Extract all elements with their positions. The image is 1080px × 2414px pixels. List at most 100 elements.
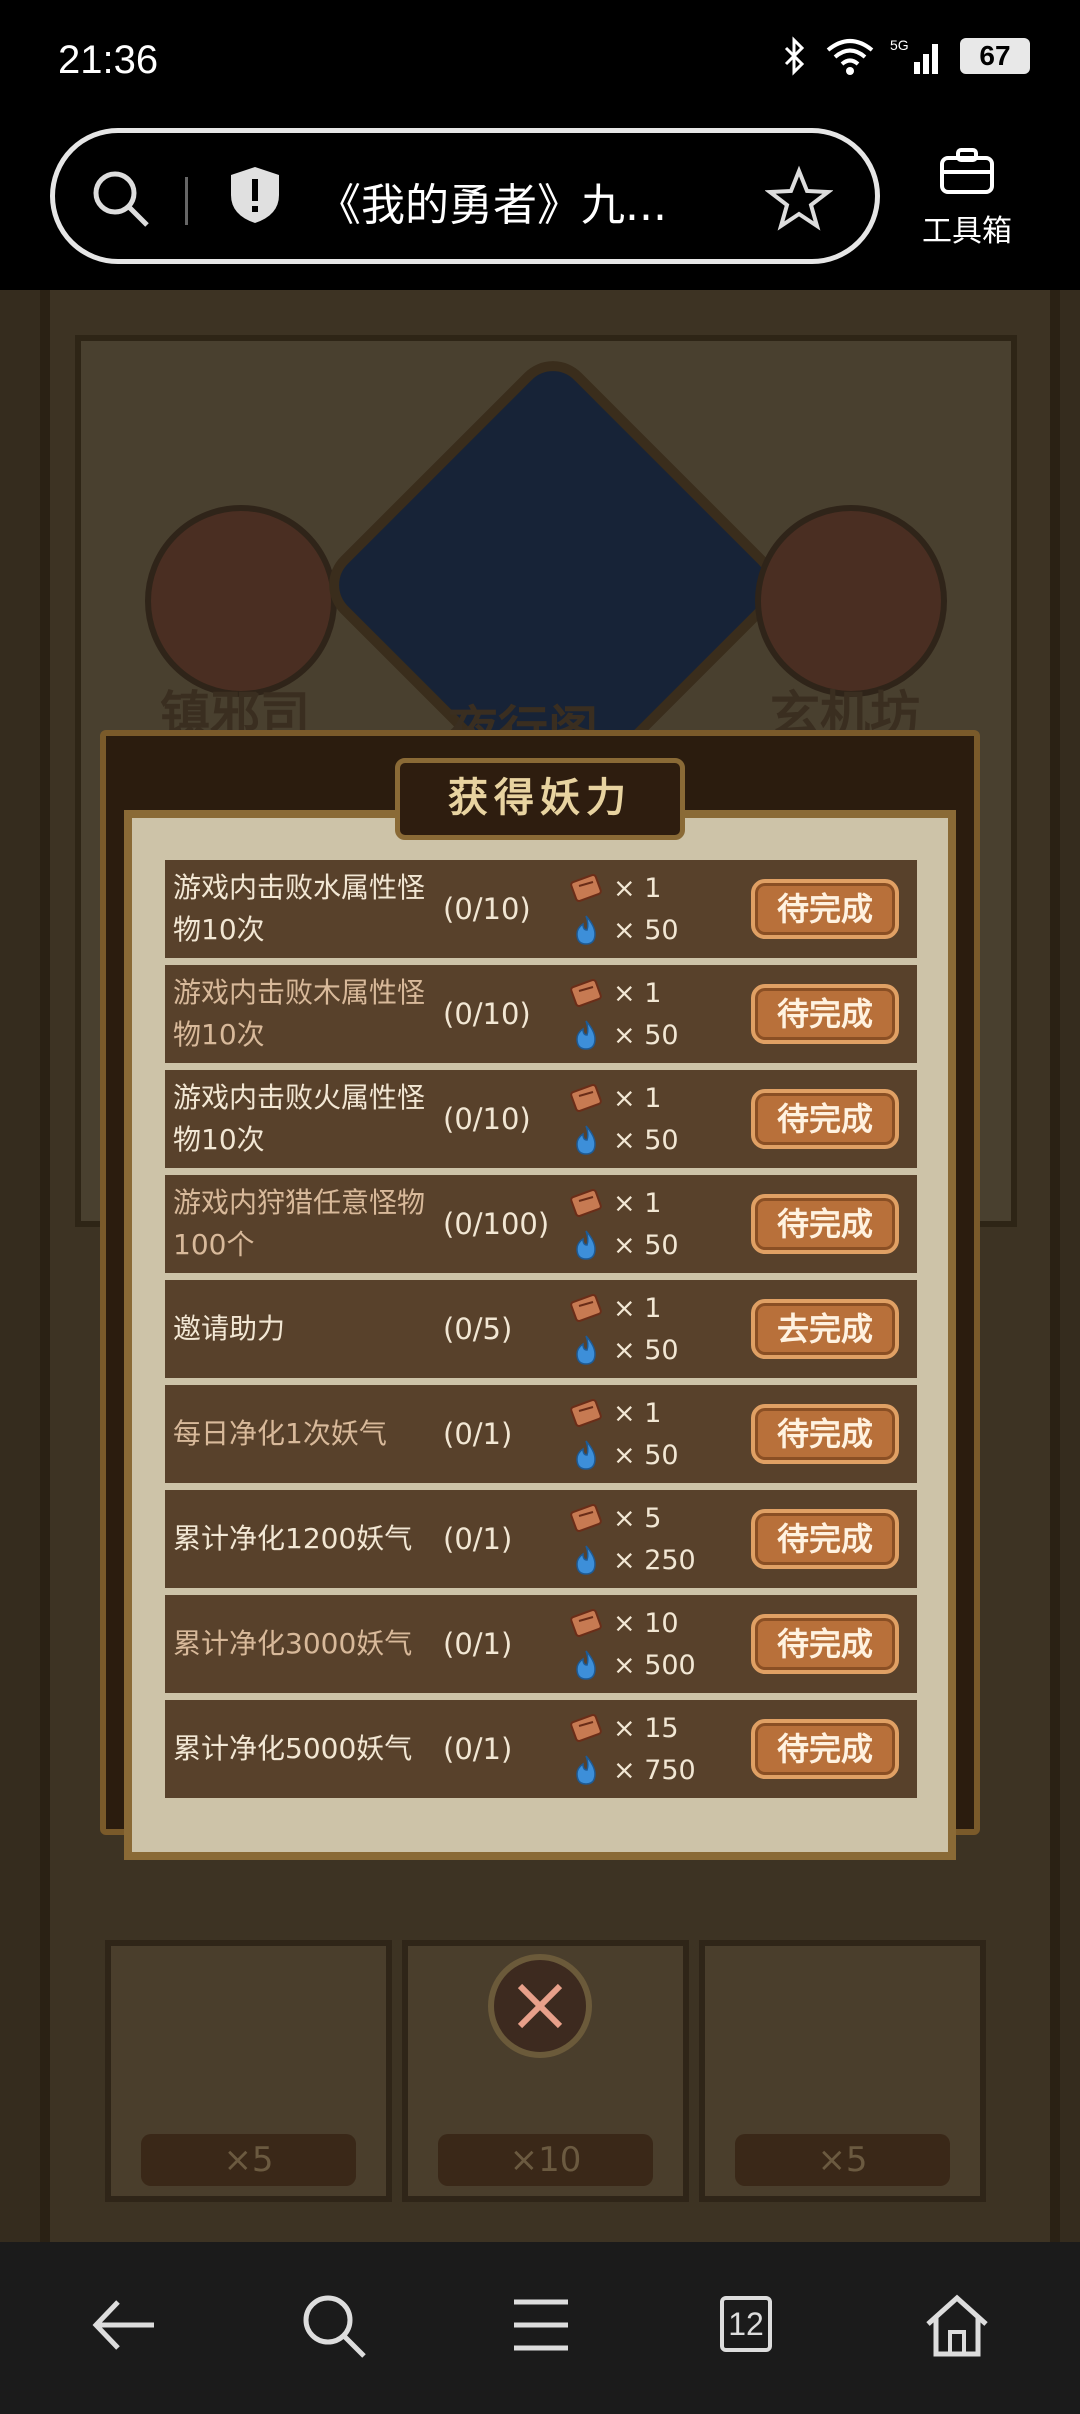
browser-top-bar: 《我的勇者》九... 工具箱 <box>0 120 1080 290</box>
address-divider <box>185 177 188 225</box>
reward-scroll: × 1 <box>569 1182 729 1224</box>
task-action-button[interactable]: 待完成 <box>751 1614 899 1674</box>
task-row: 累计净化1200妖气 (0/1) × 5 × 250 待完成 <box>165 1490 917 1588</box>
reward-scroll-count: × 1 <box>613 1397 662 1429</box>
task-name: 游戏内狩猎任意怪物100个 <box>173 1186 426 1261</box>
reward-scroll: × 10 <box>569 1602 729 1644</box>
status-bar: 21:36 5G 67 <box>0 0 1080 120</box>
scroll-icon <box>570 979 602 1007</box>
reward-flame-count: × 50 <box>613 1019 679 1051</box>
reward-scroll-count: × 10 <box>613 1607 679 1639</box>
reward-scroll-count: × 1 <box>613 1082 662 1114</box>
reward-scroll-count: × 15 <box>613 1712 679 1744</box>
bottom-nav-bar: 12 <box>0 2242 1080 2414</box>
reward-scroll: × 1 <box>569 867 729 909</box>
menu-icon[interactable] <box>506 2290 576 2360</box>
reward-flame: × 50 <box>569 1119 729 1161</box>
reward-flame: × 50 <box>569 1224 729 1266</box>
back-arrow-icon[interactable] <box>90 2290 160 2360</box>
blue-flame-icon <box>576 1755 596 1785</box>
task-rewards: × 1 × 50 <box>569 972 729 1056</box>
bookmark-star-icon[interactable] <box>765 165 833 233</box>
reward-scroll-count: × 5 <box>613 1502 662 1534</box>
reward-card-badge: ×5 <box>141 2134 356 2186</box>
task-rewards: × 10 × 500 <box>569 1602 729 1686</box>
search-icon[interactable] <box>89 167 153 231</box>
task-progress: (0/100) <box>443 1207 550 1241</box>
reward-flame: × 250 <box>569 1539 729 1581</box>
reward-card-badge: ×10 <box>438 2134 653 2186</box>
scroll-icon <box>570 874 602 902</box>
task-row: 游戏内击败木属性怪物10次 (0/10) × 1 × 50 待完成 <box>165 965 917 1063</box>
task-row: 游戏内击败火属性怪物10次 (0/10) × 1 × 50 待完成 <box>165 1070 917 1168</box>
reward-card-badge: ×5 <box>735 2134 950 2186</box>
reward-flame: × 750 <box>569 1749 729 1791</box>
medal-left[interactable] <box>145 505 337 697</box>
blue-flame-icon <box>576 1020 596 1050</box>
close-icon <box>517 1983 563 2029</box>
page-title[interactable]: 《我的勇者》九... <box>317 169 667 233</box>
toolbox-label: 工具箱 <box>922 214 1012 249</box>
reward-flame-count: × 250 <box>613 1544 696 1576</box>
reward-scroll-count: × 1 <box>613 872 662 904</box>
modal-title-banner: 获得妖力 <box>395 758 685 840</box>
reward-card-3[interactable]: ×5 <box>699 1940 986 2202</box>
blue-flame-icon <box>576 1545 596 1575</box>
shield-icon[interactable] <box>225 163 285 227</box>
close-modal-button[interactable] <box>488 1954 592 2058</box>
reward-flame-count: × 50 <box>613 914 679 946</box>
reward-flame-count: × 50 <box>613 1439 679 1471</box>
home-icon[interactable] <box>922 2290 992 2360</box>
tab-count-button[interactable]: 12 <box>720 2296 772 2352</box>
task-row: 累计净化5000妖气 (0/1) × 15 × 750 待完成 <box>165 1700 917 1798</box>
address-bar[interactable]: 《我的勇者》九... <box>50 128 880 264</box>
task-name: 累计净化3000妖气 <box>173 1627 413 1660</box>
cellular-signal-icon: 5G <box>890 37 938 74</box>
wifi-icon <box>826 39 874 75</box>
task-action-button[interactable]: 待完成 <box>751 1509 899 1569</box>
task-name: 累计净化5000妖气 <box>173 1732 413 1765</box>
reward-scroll-count: × 1 <box>613 1187 662 1219</box>
scroll-icon <box>570 1609 602 1637</box>
task-row: 每日净化1次妖气 (0/1) × 1 × 50 待完成 <box>165 1385 917 1483</box>
blue-flame-icon <box>576 915 596 945</box>
reward-card-1[interactable]: ×5 <box>105 1940 392 2202</box>
reward-scroll: × 1 <box>569 1287 729 1329</box>
task-progress: (0/10) <box>443 892 531 926</box>
task-progress: (0/1) <box>443 1732 513 1766</box>
task-row: 游戏内狩猎任意怪物100个 (0/100) × 1 × 50 待完成 <box>165 1175 917 1273</box>
medal-right[interactable] <box>755 505 947 697</box>
task-action-button[interactable]: 待完成 <box>751 984 899 1044</box>
task-name: 游戏内击败木属性怪物10次 <box>173 976 426 1051</box>
task-action-button[interactable]: 待完成 <box>751 879 899 939</box>
task-progress: (0/5) <box>443 1312 513 1346</box>
scroll-icon <box>570 1399 602 1427</box>
scroll-icon <box>570 1714 602 1742</box>
task-action-button[interactable]: 待完成 <box>751 1719 899 1779</box>
task-name: 累计净化1200妖气 <box>173 1522 413 1555</box>
modal-title: 获得妖力 <box>448 774 632 821</box>
task-rewards: × 5 × 250 <box>569 1497 729 1581</box>
search-icon[interactable] <box>298 2290 368 2360</box>
scroll-icon <box>570 1294 602 1322</box>
blue-flame-icon <box>576 1125 596 1155</box>
task-action-button[interactable]: 待完成 <box>751 1404 899 1464</box>
task-name: 游戏内击败水属性怪物10次 <box>173 871 426 946</box>
task-action-button[interactable]: 去完成 <box>751 1299 899 1359</box>
task-action-button[interactable]: 待完成 <box>751 1194 899 1254</box>
reward-flame: × 50 <box>569 1329 729 1371</box>
reward-scroll: × 1 <box>569 1077 729 1119</box>
blue-flame-icon <box>576 1230 596 1260</box>
game-view: 镇邪司 夜行阁 玄机坊 ×5 ×10 ×5 获得妖力 游戏内击败水属性怪物10次… <box>0 290 1080 2242</box>
task-rewards: × 15 × 750 <box>569 1707 729 1791</box>
reward-flame-count: × 500 <box>613 1649 696 1681</box>
task-row: 累计净化3000妖气 (0/1) × 10 × 500 待完成 <box>165 1595 917 1693</box>
toolbox-button[interactable]: 工具箱 <box>912 146 1022 250</box>
task-rewards: × 1 × 50 <box>569 1392 729 1476</box>
scroll-icon <box>570 1504 602 1532</box>
task-name: 邀请助力 <box>173 1312 286 1345</box>
reward-scroll: × 1 <box>569 1392 729 1434</box>
bluetooth-icon <box>784 36 805 76</box>
task-rewards: × 1 × 50 <box>569 1077 729 1161</box>
task-action-button[interactable]: 待完成 <box>751 1089 899 1149</box>
